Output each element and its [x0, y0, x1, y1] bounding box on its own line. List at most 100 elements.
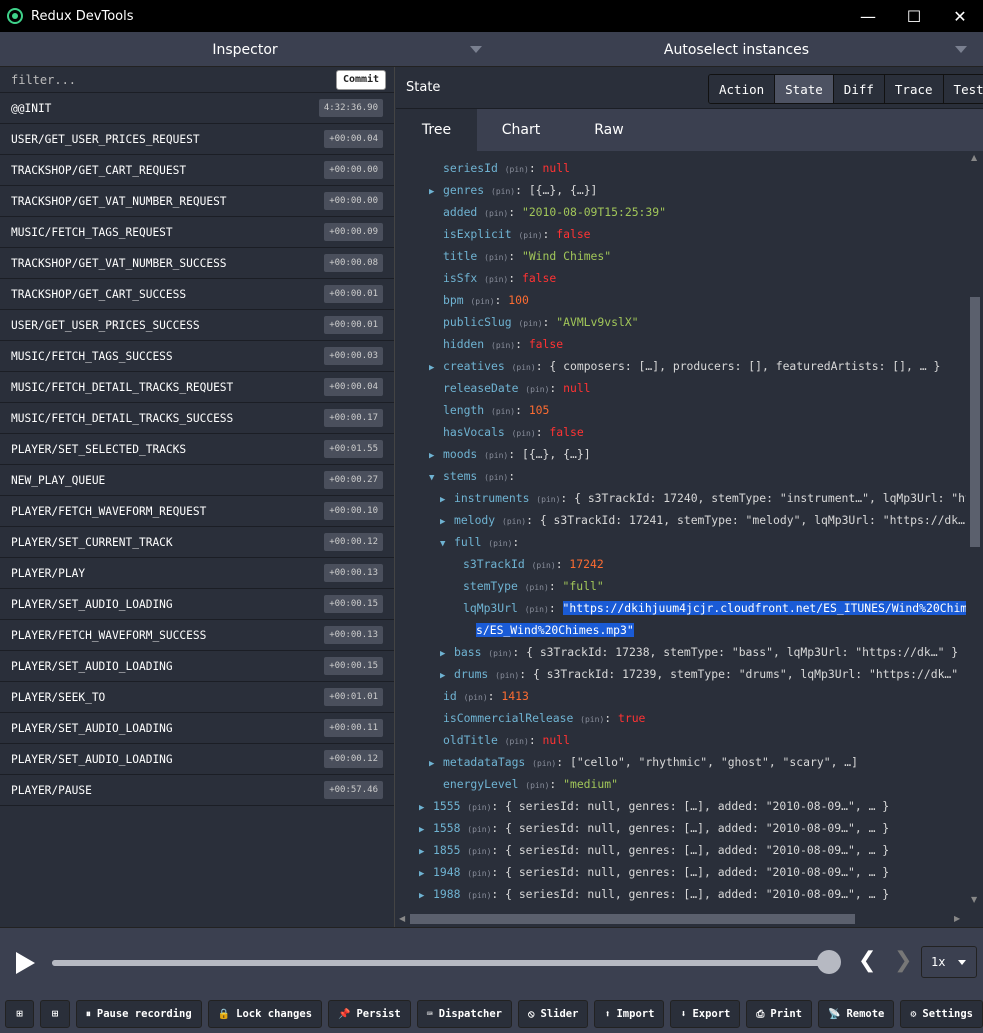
caret-right-icon[interactable]: ▶ — [440, 665, 454, 687]
action-row[interactable]: TRACKSHOP/GET_VAT_NUMBER_REQUEST +00:00.0… — [0, 186, 394, 217]
pin-link[interactable]: (pin) — [488, 649, 512, 658]
minimize-button[interactable]: — — [845, 0, 891, 32]
pin-link[interactable]: (pin) — [491, 341, 515, 350]
caret-right-icon[interactable]: ▶ — [440, 489, 454, 511]
action-row[interactable]: MUSIC/FETCH_DETAIL_TRACKS_SUCCESS +00:00.… — [0, 403, 394, 434]
tree-node[interactable]: ▶ 1855 (pin): { seriesId: null, genres: [… — [419, 839, 889, 861]
pin-link[interactable]: (pin) — [484, 275, 508, 284]
chevron-left-icon[interactable]: ❮ — [858, 948, 876, 973]
pin-link[interactable]: (pin) — [495, 671, 519, 680]
pin-link[interactable]: (pin) — [467, 891, 491, 900]
subtab-tree[interactable]: Tree — [396, 109, 477, 151]
pause-recording-button[interactable]: ⏸ Pause recording — [75, 1000, 202, 1028]
caret-right-icon[interactable]: ▶ — [440, 511, 454, 533]
tab-trace[interactable]: Trace — [884, 75, 944, 103]
pin-link[interactable]: (pin) — [484, 451, 508, 460]
tree-node[interactable]: ▶ 1948 (pin): { seriesId: null, genres: [… — [419, 861, 889, 883]
action-row[interactable]: PLAYER/SEEK_TO +00:01.01 — [0, 682, 394, 713]
dispatcher-button[interactable]: ⌨ Dispatcher — [416, 1000, 512, 1028]
tab-action[interactable]: Action — [709, 75, 776, 103]
chevron-right-icon[interactable]: ❯ — [894, 948, 912, 973]
subtab-chart[interactable]: Chart — [477, 109, 565, 151]
tree-node[interactable]: ▶ creatives (pin): { composers: […], prod… — [429, 355, 940, 377]
tree-node[interactable]: ▶ genres (pin): [{…}, {…}] — [429, 179, 597, 201]
action-row[interactable]: MUSIC/FETCH_DETAIL_TRACKS_REQUEST +00:00.… — [0, 372, 394, 403]
pin-link[interactable]: (pin) — [484, 253, 508, 262]
pin-link[interactable]: (pin) — [518, 319, 542, 328]
vertical-scrollbar[interactable]: ▲ ▼ — [966, 151, 983, 927]
print-button[interactable]: ⎙ Print — [746, 1000, 812, 1028]
tree-node[interactable]: ▶ instruments (pin): { s3TrackId: 17240, … — [440, 487, 966, 509]
pin-link[interactable]: (pin) — [518, 231, 542, 240]
layout-left-button[interactable]: ⊞ — [5, 1000, 35, 1028]
scroll-left-icon[interactable]: ◀ — [399, 914, 405, 923]
pin-link[interactable]: (pin) — [467, 825, 491, 834]
action-row[interactable]: PLAYER/SET_AUDIO_LOADING +00:00.12 — [0, 744, 394, 775]
pin-link[interactable]: (pin) — [525, 605, 549, 614]
slider-handle[interactable] — [817, 950, 841, 974]
caret-right-icon[interactable]: ▶ — [419, 863, 433, 885]
pin-link[interactable]: (pin) — [484, 209, 508, 218]
remote-button[interactable]: 📡 Remote — [818, 1000, 895, 1028]
pin-link[interactable]: (pin) — [484, 473, 508, 482]
action-row[interactable]: PLAYER/PLAY +00:00.13 — [0, 558, 394, 589]
pin-link[interactable]: (pin) — [505, 165, 529, 174]
tree-node[interactable]: ▶ 1558 (pin): { seriesId: null, genres: [… — [419, 817, 889, 839]
tree-node[interactable]: ▼ full (pin): — [440, 531, 519, 553]
action-row[interactable]: PLAYER/SET_SELECTED_TRACKS +00:01.55 — [0, 434, 394, 465]
tab-test[interactable]: Test — [943, 75, 983, 103]
tab-diff[interactable]: Diff — [833, 75, 885, 103]
layout-right-button[interactable]: ⊞ — [40, 1000, 70, 1028]
pin-link[interactable]: (pin) — [488, 539, 512, 548]
scroll-right-icon[interactable]: ▶ — [954, 914, 960, 923]
caret-right-icon[interactable]: ▶ — [429, 181, 443, 203]
horizontal-scrollbar[interactable]: ◀ ▶ — [396, 910, 966, 927]
action-row[interactable]: TRACKSHOP/GET_CART_REQUEST +00:00.00 — [0, 155, 394, 186]
caret-right-icon[interactable]: ▶ — [429, 753, 443, 775]
tree-node[interactable]: ▶ 1555 (pin): { seriesId: null, genres: [… — [419, 795, 889, 817]
caret-down-icon[interactable]: ▼ — [429, 467, 443, 489]
pin-link[interactable]: (pin) — [512, 429, 536, 438]
action-row[interactable]: PLAYER/SET_AUDIO_LOADING +00:00.11 — [0, 713, 394, 744]
caret-right-icon[interactable]: ▶ — [419, 885, 433, 907]
caret-down-icon[interactable]: ▼ — [440, 533, 454, 555]
tab-state[interactable]: State — [775, 75, 834, 103]
action-row[interactable]: PLAYER/SET_AUDIO_LOADING +00:00.15 — [0, 651, 394, 682]
pin-link[interactable]: (pin) — [532, 759, 556, 768]
lock-changes-button[interactable]: 🔒 Lock changes — [207, 1000, 323, 1028]
chevron-down-icon[interactable] — [955, 46, 967, 53]
action-row[interactable]: USER/GET_USER_PRICES_SUCCESS +00:00.01 — [0, 310, 394, 341]
caret-right-icon[interactable]: ▶ — [440, 643, 454, 665]
caret-right-icon[interactable]: ▶ — [419, 841, 433, 863]
subtab-raw[interactable]: Raw — [565, 109, 653, 151]
action-row[interactable]: PLAYER/PAUSE +00:57.46 — [0, 775, 394, 806]
tree-node[interactable]: ▶ bass (pin): { s3TrackId: 17238, stemTyp… — [440, 641, 958, 663]
scroll-down-icon[interactable]: ▼ — [971, 895, 977, 904]
action-row[interactable]: PLAYER/FETCH_WAVEFORM_SUCCESS +00:00.13 — [0, 620, 394, 651]
pin-link[interactable]: (pin) — [505, 737, 529, 746]
pin-link[interactable]: (pin) — [464, 693, 488, 702]
pin-link[interactable]: (pin) — [467, 869, 491, 878]
action-row[interactable]: PLAYER/FETCH_WAVEFORM_REQUEST +00:00.10 — [0, 496, 394, 527]
tree-node[interactable]: ▶ 1988 (pin): { seriesId: null, genres: [… — [419, 883, 889, 905]
close-button[interactable]: ✕ — [937, 0, 983, 32]
slider-track[interactable] — [52, 960, 829, 966]
pin-link[interactable]: (pin) — [467, 803, 491, 812]
pin-link[interactable]: (pin) — [502, 517, 526, 526]
action-row[interactable]: TRACKSHOP/GET_CART_SUCCESS +00:00.01 — [0, 279, 394, 310]
action-row[interactable]: NEW_PLAY_QUEUE +00:00.27 — [0, 465, 394, 496]
caret-right-icon[interactable]: ▶ — [419, 797, 433, 819]
action-row[interactable]: TRACKSHOP/GET_VAT_NUMBER_SUCCESS +00:00.0… — [0, 248, 394, 279]
tree-node[interactable]: ▼ stems (pin): — [429, 465, 515, 487]
pin-link[interactable]: (pin) — [470, 297, 494, 306]
chevron-down-icon[interactable] — [470, 46, 482, 53]
pin-link[interactable]: (pin) — [525, 583, 549, 592]
pin-link[interactable]: (pin) — [512, 363, 536, 372]
instance-select[interactable]: Autoselect instances — [490, 32, 983, 67]
tree-node[interactable]: ▶ metadataTags (pin): ["cello", "rhythmic… — [429, 751, 858, 773]
persist-button[interactable]: 📌 Persist — [328, 1000, 411, 1028]
tree-node[interactable]: ▶ melody (pin): { s3TrackId: 17241, stemT… — [440, 509, 966, 531]
speed-select[interactable]: 1x — [921, 946, 977, 978]
action-row[interactable]: PLAYER/SET_CURRENT_TRACK +00:00.12 — [0, 527, 394, 558]
pin-link[interactable]: (pin) — [467, 847, 491, 856]
